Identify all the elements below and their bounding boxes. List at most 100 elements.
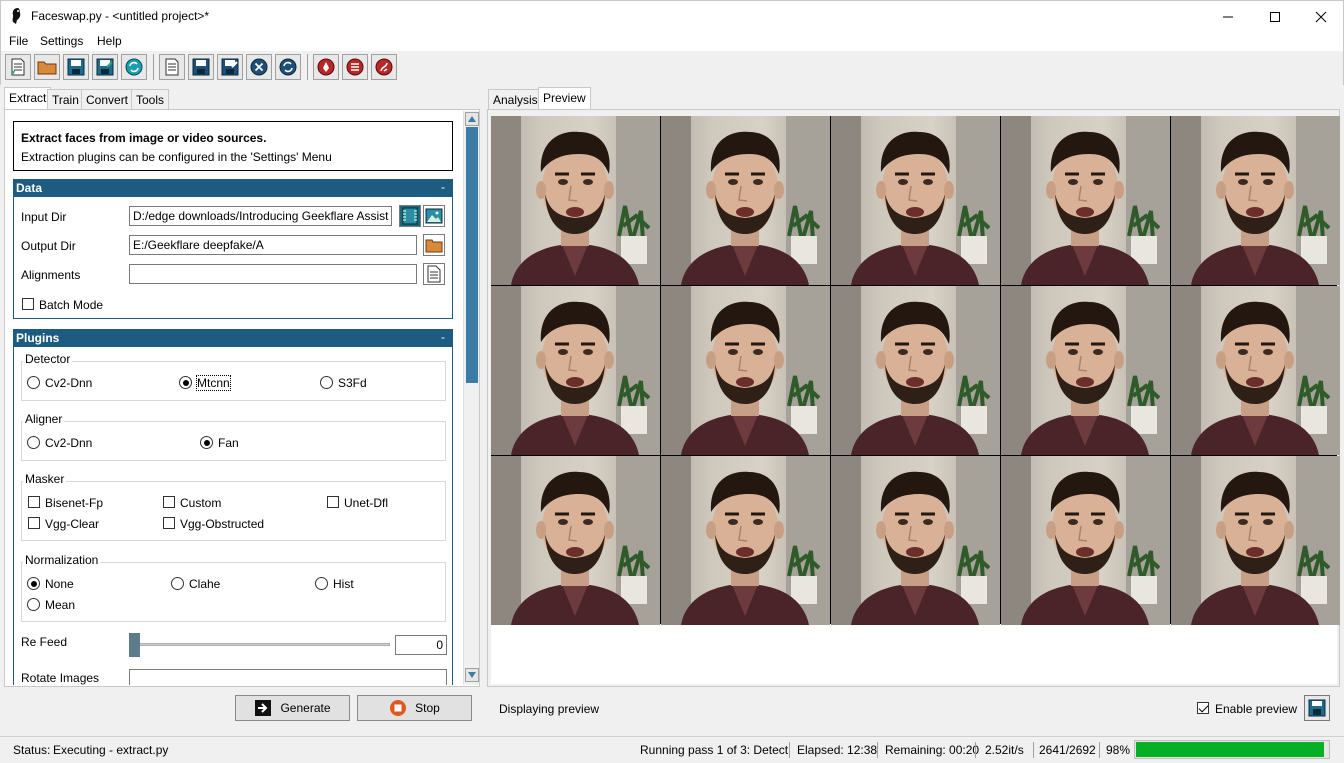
output-dir-label: Output Dir bbox=[21, 239, 76, 253]
status-label: Status: bbox=[13, 743, 51, 757]
close-button[interactable] bbox=[1298, 1, 1344, 32]
batch-mode-checkbox[interactable] bbox=[22, 298, 34, 310]
save-project-button[interactable] bbox=[63, 54, 89, 80]
preview-face-thumbnail bbox=[1171, 116, 1340, 285]
reload-project-button[interactable] bbox=[121, 54, 147, 80]
save-project-as-button[interactable] bbox=[92, 54, 118, 80]
scroll-down-button[interactable] bbox=[465, 668, 479, 682]
tab-convert[interactable]: Convert bbox=[81, 89, 134, 109]
status-rate: 2.52it/s bbox=[985, 743, 1024, 757]
status-separator bbox=[877, 742, 878, 758]
aligner-fan-label: Fan bbox=[218, 436, 239, 450]
scroll-up-button[interactable] bbox=[465, 112, 479, 126]
preview-face-thumbnail bbox=[1001, 286, 1170, 455]
collapse-icon[interactable]: - bbox=[441, 180, 445, 194]
output-dir-field[interactable]: E:/Geekflare deepfake/A bbox=[129, 235, 417, 255]
preview-area bbox=[491, 116, 1340, 684]
normalization-group bbox=[21, 562, 446, 622]
new-task-button[interactable] bbox=[159, 54, 185, 80]
tab-analysis[interactable]: Analysis bbox=[488, 89, 543, 109]
github-button[interactable] bbox=[371, 54, 397, 80]
output-folder-button[interactable] bbox=[423, 234, 445, 256]
docs-button[interactable] bbox=[342, 54, 368, 80]
open-project-icon bbox=[37, 61, 57, 75]
re-feed-value-field[interactable]: 0 bbox=[395, 635, 447, 655]
tab-preview[interactable]: Preview bbox=[538, 87, 591, 110]
detector-mtcnn-radio[interactable] bbox=[179, 376, 192, 389]
patreon-button[interactable] bbox=[313, 54, 339, 80]
tab-train[interactable]: Train bbox=[47, 89, 84, 109]
normalization-none-radio[interactable] bbox=[27, 577, 40, 590]
toolbar-separator bbox=[307, 54, 308, 80]
detector-mtcnn-label: Mtcnn bbox=[196, 375, 231, 391]
new-project-button[interactable] bbox=[5, 54, 31, 80]
re-feed-label: Re Feed bbox=[21, 635, 68, 649]
maximize-button[interactable] bbox=[1252, 1, 1298, 32]
alignments-field[interactable] bbox=[129, 264, 417, 284]
generate-button[interactable]: Generate bbox=[235, 695, 350, 721]
open-project-button[interactable] bbox=[34, 54, 60, 80]
scroll-thumb[interactable] bbox=[466, 127, 478, 383]
masker-unet-dfl-checkbox[interactable] bbox=[327, 496, 339, 508]
app-icon bbox=[12, 8, 21, 24]
film-icon bbox=[402, 207, 418, 225]
menu-file[interactable]: File bbox=[9, 34, 28, 48]
enable-preview-checkbox[interactable] bbox=[1197, 702, 1209, 714]
alignments-label: Alignments bbox=[21, 268, 81, 282]
masker-vgg-clear-checkbox[interactable] bbox=[28, 517, 40, 529]
tab-tools[interactable]: Tools bbox=[131, 89, 170, 109]
masker-vgg-obstructed-checkbox[interactable] bbox=[163, 517, 175, 529]
window-title: Faceswap.py - <untitled project>* bbox=[31, 9, 210, 23]
save-icon bbox=[1308, 699, 1326, 717]
aligner-fan-radio[interactable] bbox=[200, 436, 213, 449]
save-task-button[interactable] bbox=[188, 54, 214, 80]
collapse-icon[interactable]: - bbox=[441, 330, 445, 344]
normalization-mean-radio[interactable] bbox=[27, 598, 40, 611]
save-preview-button[interactable] bbox=[1304, 695, 1330, 721]
status-pass: Running pass 1 of 3: Detect bbox=[640, 743, 789, 757]
generate-label: Generate bbox=[280, 701, 331, 715]
detector-cv2-dnn-radio[interactable] bbox=[27, 376, 40, 389]
clear-task-button[interactable] bbox=[246, 54, 272, 80]
status-separator bbox=[1033, 742, 1034, 758]
normalization-clahe-label: Clahe bbox=[189, 577, 221, 591]
re-feed-slider-handle[interactable] bbox=[129, 633, 140, 657]
options-scrollbar[interactable] bbox=[463, 111, 479, 685]
alignments-file-button[interactable] bbox=[423, 263, 445, 285]
normalization-clahe-radio[interactable] bbox=[171, 577, 184, 590]
masker-bisenet-fp-checkbox[interactable] bbox=[28, 496, 40, 508]
progress-bar bbox=[1134, 740, 1330, 759]
close-icon bbox=[1315, 11, 1327, 22]
masker-vgg-obstructed-label: Vgg-Obstructed bbox=[180, 517, 265, 531]
save-task-as-button[interactable] bbox=[217, 54, 243, 80]
normalization-hist-radio[interactable] bbox=[315, 577, 328, 590]
tab-extract[interactable]: Extract bbox=[4, 87, 52, 110]
aligner-cv2-dnn-radio[interactable] bbox=[27, 436, 40, 449]
detector-s3fd-radio[interactable] bbox=[320, 376, 333, 389]
clear-task-icon bbox=[250, 58, 268, 76]
stop-button[interactable]: Stop bbox=[357, 695, 472, 721]
preview-face-thumbnail bbox=[491, 286, 660, 455]
status-separator bbox=[789, 742, 790, 758]
input-image-button[interactable] bbox=[423, 205, 445, 227]
input-video-button[interactable] bbox=[399, 205, 421, 227]
plugins-section-header[interactable]: Plugins - bbox=[13, 329, 453, 347]
menu-settings[interactable]: Settings bbox=[40, 34, 83, 48]
detector-cv2-dnn-label: Cv2-Dnn bbox=[45, 376, 93, 390]
data-section-header[interactable]: Data - bbox=[13, 179, 453, 197]
input-dir-field[interactable]: D:/edge downloads/Introducing Geekflare … bbox=[129, 206, 392, 226]
github-icon bbox=[375, 58, 393, 76]
reload-task-icon bbox=[279, 58, 297, 76]
masker-custom-checkbox[interactable] bbox=[163, 496, 175, 508]
toolbar-separator bbox=[153, 54, 154, 80]
detector-title: Detector bbox=[23, 352, 73, 366]
minimize-button[interactable] bbox=[1205, 1, 1251, 32]
save-project-as-icon bbox=[96, 58, 114, 76]
status-separator bbox=[975, 742, 976, 758]
preview-face-thumbnail bbox=[661, 286, 830, 455]
rotate-images-field[interactable] bbox=[129, 669, 447, 685]
save-task-icon bbox=[192, 58, 210, 76]
re-feed-slider-track[interactable] bbox=[132, 643, 390, 646]
menu-help[interactable]: Help bbox=[97, 34, 122, 48]
reload-task-button[interactable] bbox=[275, 54, 301, 80]
